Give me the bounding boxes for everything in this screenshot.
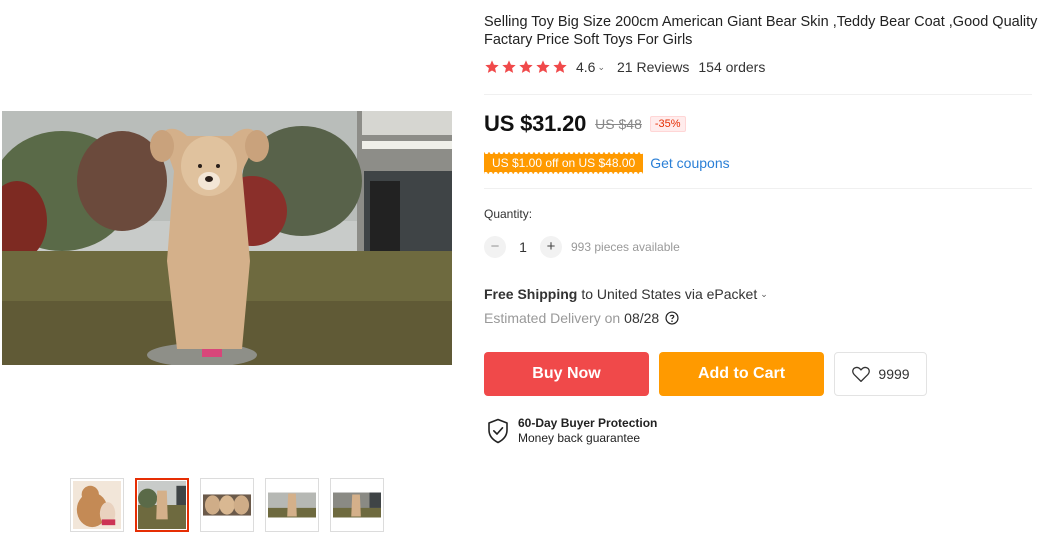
discount-badge: -35% <box>649 116 686 132</box>
star-icon <box>536 60 550 73</box>
protection-subtitle: Money back guarantee <box>518 431 641 445</box>
star-rating <box>484 59 568 75</box>
delivery-date: 08/28 <box>624 310 660 326</box>
delivery-label: Estimated Delivery on <box>484 310 621 326</box>
star-icon <box>485 60 499 73</box>
divider <box>484 94 1032 95</box>
shipping-destination[interactable]: to United States via ePacket <box>581 286 757 302</box>
thumbnail-image <box>138 481 186 529</box>
delivery-row: Estimated Delivery on 08/28 <box>484 310 679 326</box>
original-price: US $48 <box>595 116 642 132</box>
chevron-down-icon[interactable]: ⌄ <box>597 62 605 73</box>
thumbnail-strip <box>70 478 384 532</box>
reviews-link[interactable]: 21 Reviews <box>617 59 689 75</box>
thumbnail-4[interactable] <box>265 478 319 532</box>
thumbnail-3[interactable] <box>200 478 254 532</box>
increase-quantity-button[interactable]: + <box>540 236 562 258</box>
thumbnail-2[interactable] <box>135 478 189 532</box>
thumbnail-image <box>203 481 251 529</box>
coupon-badge[interactable]: US $1.00 off on US $48.00 <box>484 152 644 174</box>
rating-value[interactable]: 4.6 <box>576 59 595 75</box>
star-icon <box>553 60 567 73</box>
wishlist-button[interactable]: 9999 <box>834 352 927 396</box>
coupon-row: US $1.00 off on US $48.00 Get coupons <box>484 152 730 174</box>
divider <box>484 188 1032 189</box>
buyer-protection: 60-Day Buyer Protection Money back guara… <box>487 416 657 446</box>
shield-check-icon <box>488 418 508 444</box>
main-product-image[interactable] <box>2 111 452 365</box>
chevron-down-icon[interactable]: ⌄ <box>760 289 768 300</box>
shipping-row: Free Shipping to United States via ePack… <box>484 286 768 302</box>
price-row: US $31.20 US $48 -35% <box>484 111 686 137</box>
heart-icon <box>852 366 871 383</box>
thumbnail-1[interactable] <box>70 478 124 532</box>
thumbnail-image <box>333 481 381 529</box>
star-icon <box>519 60 533 73</box>
thumbnail-image <box>268 481 316 529</box>
buy-now-button[interactable]: Buy Now <box>484 352 649 396</box>
quantity-input[interactable]: 1 <box>506 239 540 255</box>
wishlist-count: 9999 <box>878 366 910 382</box>
protection-title: 60-Day Buyer Protection <box>518 416 658 430</box>
available-stock: 993 pieces available <box>571 240 680 254</box>
orders-count: 154 orders <box>698 59 766 75</box>
free-shipping-label: Free Shipping <box>484 286 578 302</box>
current-price: US $31.20 <box>484 111 587 136</box>
bear-costume-photo <box>2 111 452 365</box>
quantity-label: Quantity: <box>484 207 533 221</box>
decrease-quantity-button[interactable]: − <box>484 236 506 258</box>
get-coupons-link[interactable]: Get coupons <box>650 155 729 171</box>
add-to-cart-button[interactable]: Add to Cart <box>659 352 824 396</box>
help-icon[interactable] <box>665 311 679 325</box>
quantity-stepper: − 1 + 993 pieces available <box>484 236 680 258</box>
rating-row: 4.6 ⌄ 21 Reviews 154 orders <box>484 59 765 75</box>
product-title: Selling Toy Big Size 200cm American Gian… <box>484 14 1038 48</box>
thumbnail-image <box>73 481 121 529</box>
star-icon <box>502 60 516 73</box>
thumbnail-5[interactable] <box>330 478 384 532</box>
